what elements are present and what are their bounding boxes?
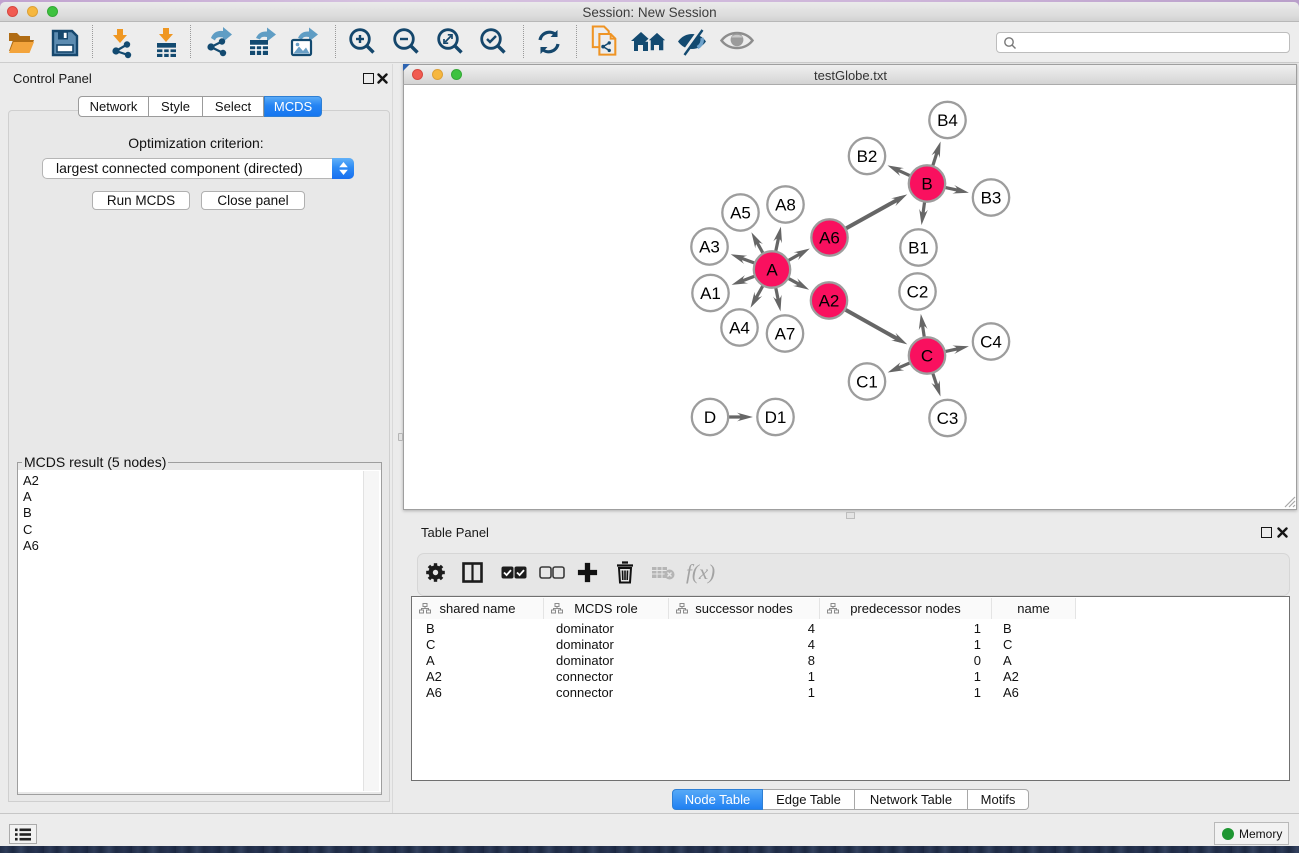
svg-text:A4: A4: [729, 319, 750, 338]
svg-text:A7: A7: [775, 325, 796, 344]
svg-text:C1: C1: [856, 373, 878, 392]
svg-text:B4: B4: [937, 111, 958, 130]
svg-text:B1: B1: [908, 239, 929, 258]
svg-text:C2: C2: [907, 283, 929, 302]
svg-text:B2: B2: [857, 147, 878, 166]
svg-text:C: C: [921, 347, 933, 366]
svg-text:A6: A6: [819, 229, 840, 248]
svg-text:A1: A1: [700, 284, 721, 303]
svg-text:B: B: [921, 175, 932, 194]
svg-text:A3: A3: [699, 238, 720, 257]
svg-text:C4: C4: [980, 333, 1002, 352]
svg-text:A5: A5: [730, 204, 751, 223]
svg-text:A8: A8: [775, 196, 796, 215]
svg-text:C3: C3: [937, 409, 959, 428]
svg-text:B3: B3: [981, 189, 1002, 208]
svg-text:D: D: [704, 408, 716, 427]
svg-text:D1: D1: [765, 408, 787, 427]
svg-text:A2: A2: [819, 292, 840, 311]
svg-text:A: A: [766, 261, 778, 280]
